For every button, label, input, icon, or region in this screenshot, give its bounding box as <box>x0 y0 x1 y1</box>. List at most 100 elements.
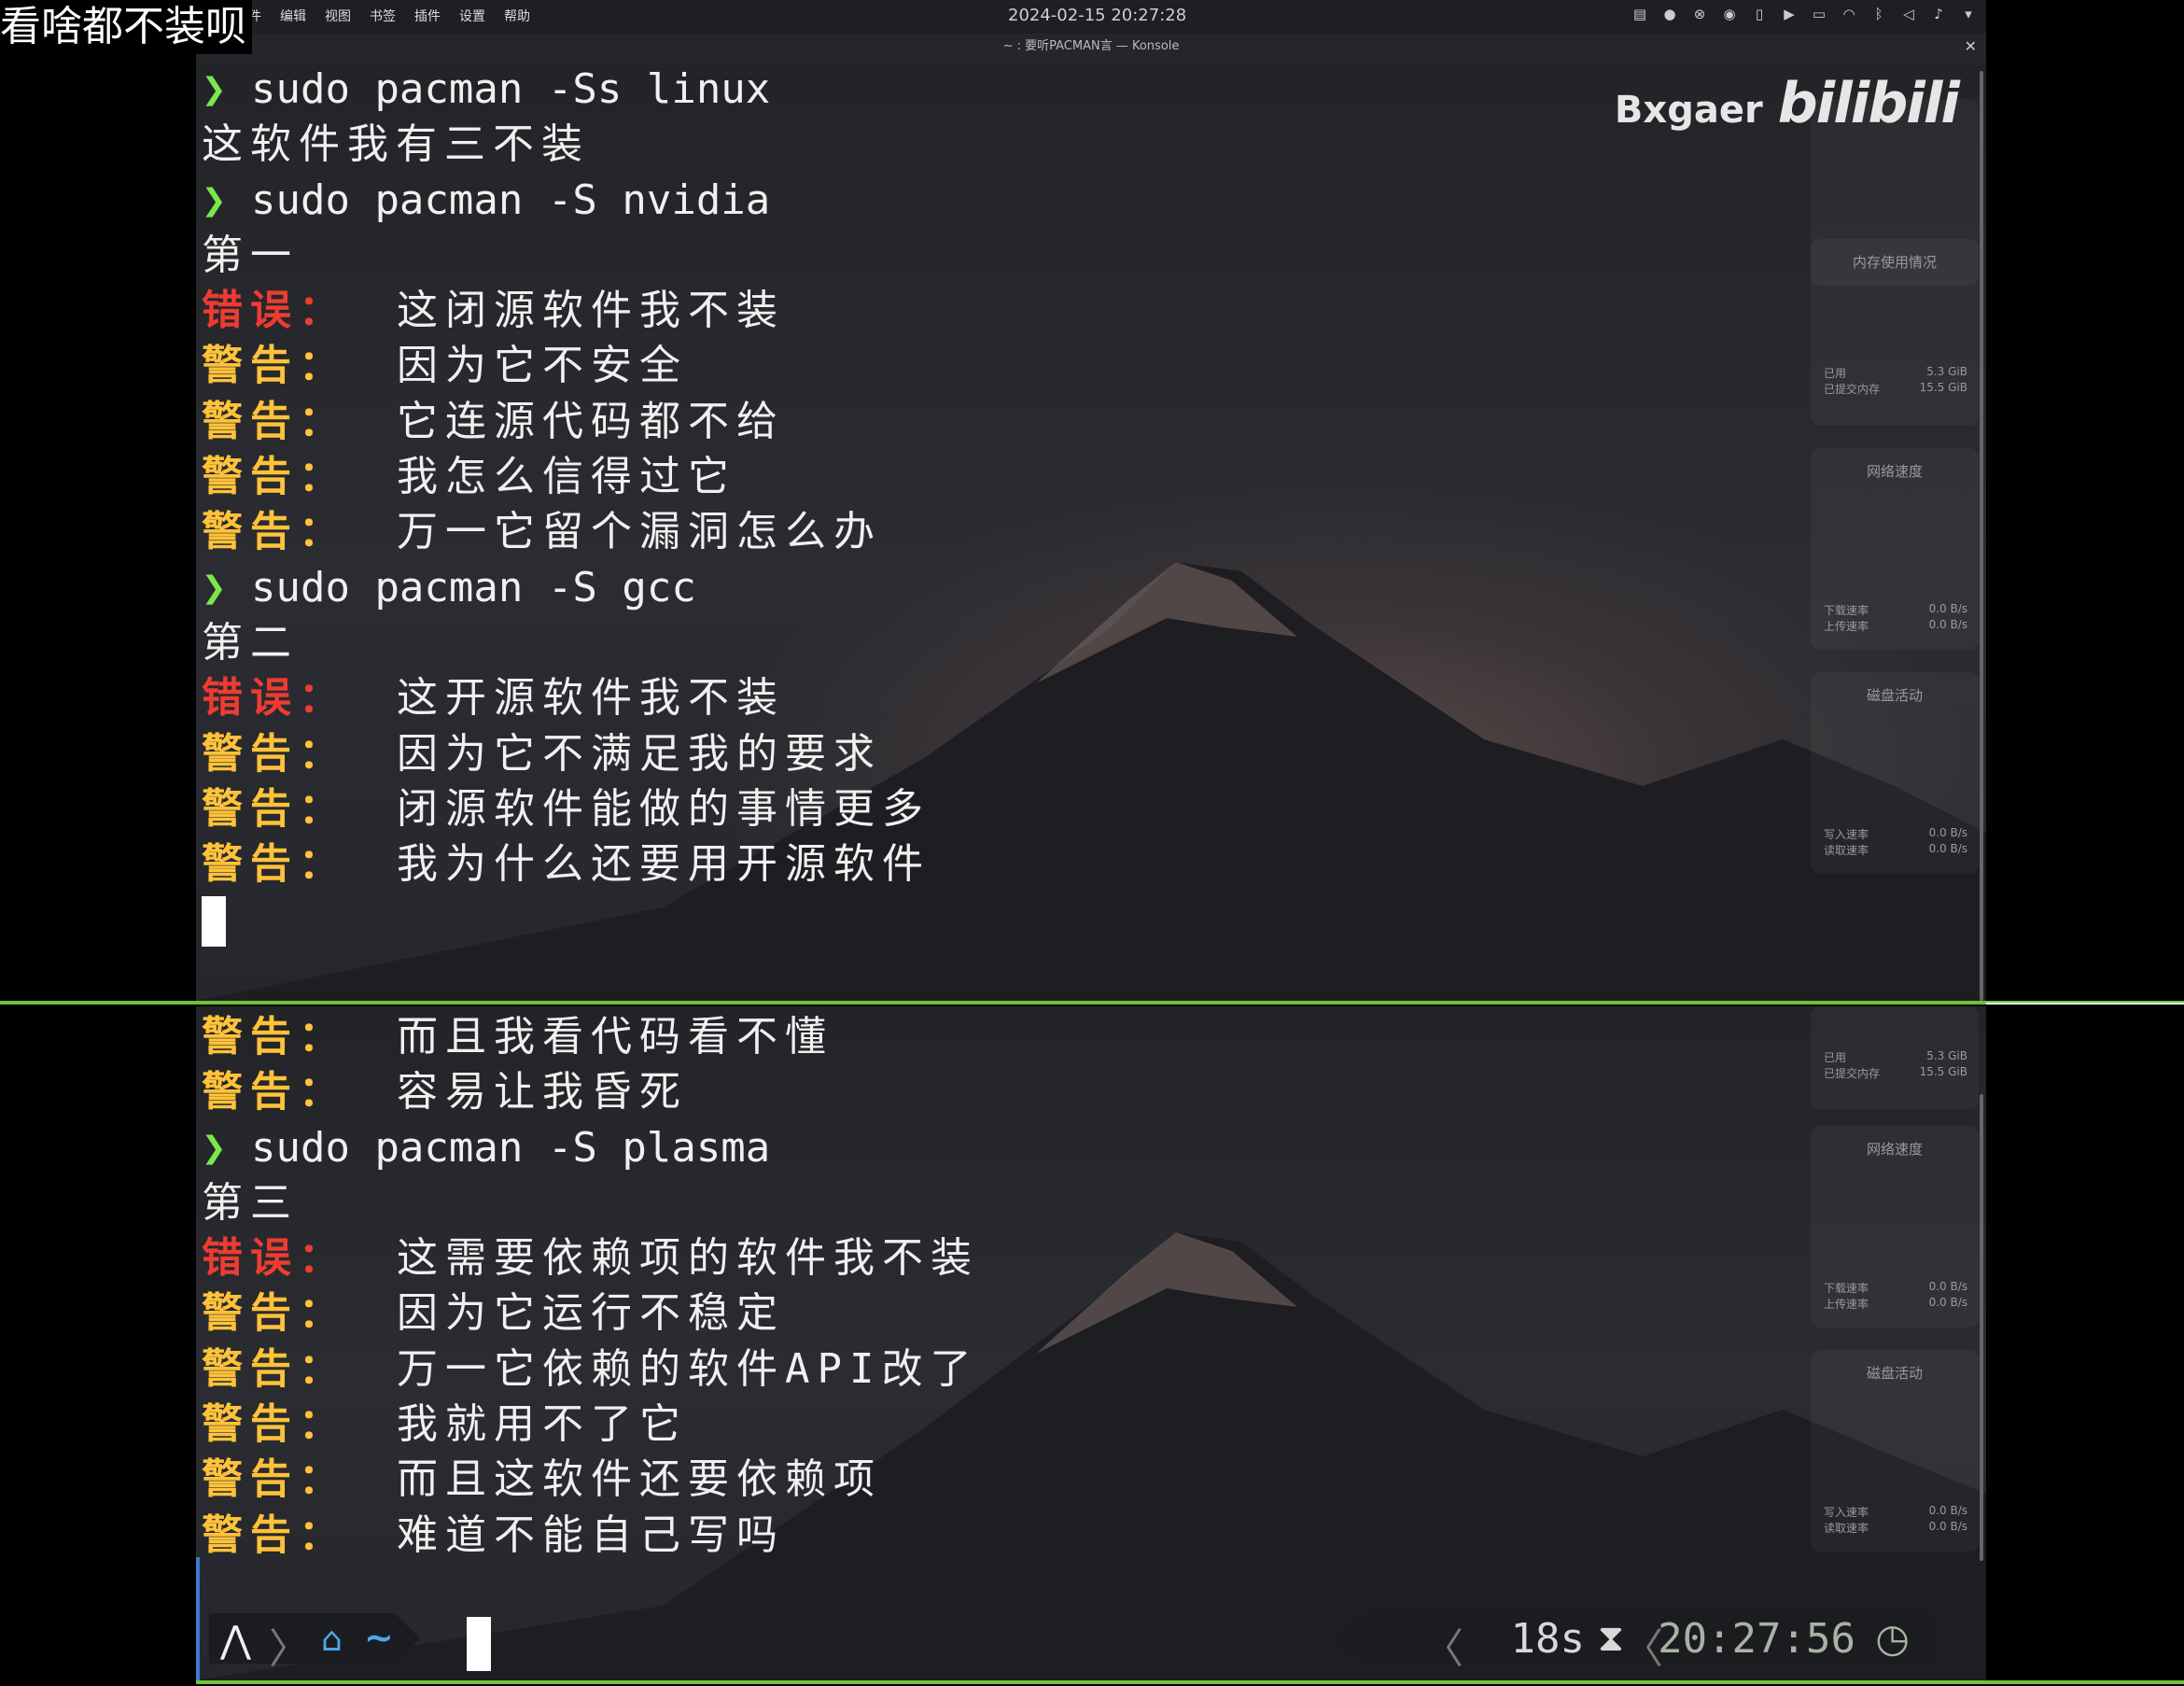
clipboard-icon[interactable]: ▯ <box>1751 6 1768 22</box>
command-text: sudo pacman -Ss linux <box>226 65 771 113</box>
terminal-line: 警告： 而且这软件还要依赖项 <box>202 1452 979 1507</box>
memory-committed-value: 15.5 GiB <box>1919 381 1967 394</box>
net-down-value: 0.0 B/s <box>1928 602 1967 615</box>
message-text: 闭源软件能做的事情更多 <box>396 784 931 833</box>
menu-bookmarks[interactable]: 书签 <box>370 0 396 34</box>
disk-widget: 磁盘活动 写入速率 0.0 B/s 读取速率 0.0 B/s <box>1811 1350 1979 1552</box>
message-text: 而且这软件还要依赖项 <box>396 1455 882 1504</box>
net-down-label: 下载速率 <box>1824 1282 1869 1295</box>
terminal-line: 警告： 我为什么还要用开源软件 <box>202 836 931 892</box>
terminal-line: 警告： 因为它不满足我的要求 <box>202 726 931 781</box>
message-text: 而且我看代码看不懂 <box>396 1013 833 1061</box>
terminal-line: 错误： 这需要依赖项的软件我不装 <box>202 1230 979 1286</box>
current-directory: ~ <box>364 1617 394 1658</box>
pane-divider[interactable] <box>0 1001 2184 1005</box>
disk-widget: 磁盘活动 写入速率 0.0 B/s 读取速率 0.0 B/s <box>1811 672 1979 874</box>
memory-committed-label: 已提交内存 <box>1824 383 1881 396</box>
keyboard-icon[interactable]: ▭ <box>1811 6 1827 22</box>
menu-help[interactable]: 帮助 <box>504 0 530 34</box>
warning-label: 警告： <box>202 508 347 556</box>
app-icon[interactable]: ● <box>1661 6 1678 22</box>
window-title: ~ : 要听PACMAN言 — Konsole <box>1002 39 1180 53</box>
warning-label: 警告： <box>202 1455 347 1504</box>
terminal-pane-top[interactable]: Bxgaer bilibili 内存使用情况 已用 5.3 GiB 已提交内存 1… <box>196 62 1986 1001</box>
notes-icon[interactable]: ▤ <box>1631 6 1648 22</box>
x-icon[interactable]: ⊗ <box>1691 6 1708 22</box>
terminal-line: 警告： 它连源代码都不给 <box>202 394 931 449</box>
message-text: 我为什么还要用开源软件 <box>396 840 931 889</box>
disk-read-value: 0.0 B/s <box>1928 1520 1967 1533</box>
prompt-icon: ❯ <box>202 1123 227 1172</box>
scrollbar-bottom[interactable] <box>1980 1094 1983 1561</box>
message-text: 因为它运行不稳定 <box>396 1289 785 1338</box>
warning-label: 警告： <box>202 1510 347 1559</box>
net-up-value: 0.0 B/s <box>1928 618 1967 631</box>
message-text: 因为它不满足我的要求 <box>396 729 882 778</box>
prompt-icon: ❯ <box>202 563 227 611</box>
net-up-label: 上传速率 <box>1824 1298 1869 1311</box>
terminal-line <box>202 892 931 948</box>
panel-clock[interactable]: 2024-02-15 20:27:28 <box>1008 0 1186 32</box>
terminal-line: 第二 <box>202 618 299 667</box>
menu-bar: 文件 编辑 视图 书签 插件 设置 帮助 <box>235 0 530 34</box>
scrollbar-top[interactable] <box>1980 71 1983 1001</box>
terminal-pane-bottom[interactable]: 已用 5.3 GiB 已提交内存 15.5 GiB 网络速度 下载速率 0.0 … <box>196 1006 1986 1680</box>
memory-used-label: 已用 <box>1824 367 1847 380</box>
volume-icon[interactable]: ◁ <box>1900 6 1917 22</box>
disk-write-value: 0.0 B/s <box>1928 1504 1967 1517</box>
watermark: Bxgaer bilibili <box>1615 71 1960 136</box>
warning-label: 警告： <box>202 1289 347 1338</box>
chevron-left-icon: 〈 <box>1422 1625 1463 1673</box>
warning-label: 警告： <box>202 342 347 390</box>
chevron-down-icon[interactable]: ▾ <box>1960 6 1977 22</box>
memory-used-label: 已用 <box>1824 1051 1847 1064</box>
terminal-line: ❯ sudo pacman -S plasma <box>202 1120 979 1175</box>
terminal-line: 警告： 我就用不了它 <box>202 1397 979 1452</box>
warning-label: 警告： <box>202 1344 347 1393</box>
terminal-line: 第一 <box>202 231 299 279</box>
terminal-line: 第三 <box>202 1178 299 1227</box>
error-label: 错误： <box>202 287 347 335</box>
top-panel: 文件 编辑 视图 书签 插件 设置 帮助 2024-02-15 20:27:28… <box>196 0 1986 34</box>
terminal-line: 警告： 难道不能自己写吗 <box>202 1508 979 1563</box>
terminal-cursor <box>202 896 226 948</box>
warning-label: 警告： <box>202 1068 347 1117</box>
memory-used-value: 5.3 GiB <box>1926 365 1967 378</box>
system-tray: ▤ ● ⊗ ◉ ▯ ▶ ▭ ◠ ᛒ ◁ ♪ ▾ <box>1631 6 1977 22</box>
error-label: 错误： <box>202 674 347 723</box>
menu-view[interactable]: 视图 <box>325 0 351 34</box>
menu-settings[interactable]: 设置 <box>459 0 485 34</box>
disk-write-label: 写入速率 <box>1824 1506 1869 1519</box>
terminal-line: 这软件我有三不装 <box>202 120 590 169</box>
warning-label: 警告： <box>202 1013 347 1061</box>
mic-icon[interactable]: ♪ <box>1930 6 1947 22</box>
wifi-icon[interactable]: ◠ <box>1841 6 1857 22</box>
terminal-output-bottom: 警告： 而且我看代码看不懂 警告： 容易让我昏死 ❯ sudo pacman -… <box>202 1009 979 1563</box>
warning-label: 警告： <box>202 453 347 501</box>
play-icon[interactable]: ▶ <box>1781 6 1798 22</box>
menu-edit[interactable]: 编辑 <box>280 0 306 34</box>
terminal-line: ❯ sudo pacman -Ss linux <box>202 62 931 117</box>
disk-read-label: 读取速率 <box>1824 844 1869 857</box>
warning-label: 警告： <box>202 840 347 889</box>
error-label: 错误： <box>202 1234 347 1283</box>
record-icon[interactable]: ◉ <box>1721 6 1738 22</box>
bluetooth-icon[interactable]: ᛒ <box>1870 6 1887 22</box>
disk-write-value: 0.0 B/s <box>1928 826 1967 839</box>
bottom-accent-line <box>196 1680 2184 1684</box>
menu-plugins[interactable]: 插件 <box>414 0 441 34</box>
clock-icon: ◷ <box>1875 1615 1910 1661</box>
disk-widget-title: 磁盘活动 <box>1866 687 1923 704</box>
message-text: 因为它不安全 <box>396 342 688 390</box>
memory-widget-title: 内存使用情况 <box>1852 254 1937 271</box>
terminal-line: 警告： 而且我看代码看不懂 <box>202 1009 979 1064</box>
terminal-line: 错误： 这开源软件我不装 <box>202 670 931 725</box>
message-text: 容易让我昏死 <box>396 1068 688 1117</box>
net-down-value: 0.0 B/s <box>1928 1280 1967 1293</box>
terminal-line: 警告： 闭源软件能做的事情更多 <box>202 781 931 836</box>
disk-read-value: 0.0 B/s <box>1928 842 1967 855</box>
close-icon[interactable]: ✕ <box>1965 34 1977 60</box>
terminal-line: 警告： 我怎么信得过它 <box>202 449 931 504</box>
video-overlay-title: 看啥都不装呗 <box>0 0 252 54</box>
memory-widget: 内存使用情况 已用 5.3 GiB 已提交内存 15.5 GiB <box>1811 239 1979 426</box>
